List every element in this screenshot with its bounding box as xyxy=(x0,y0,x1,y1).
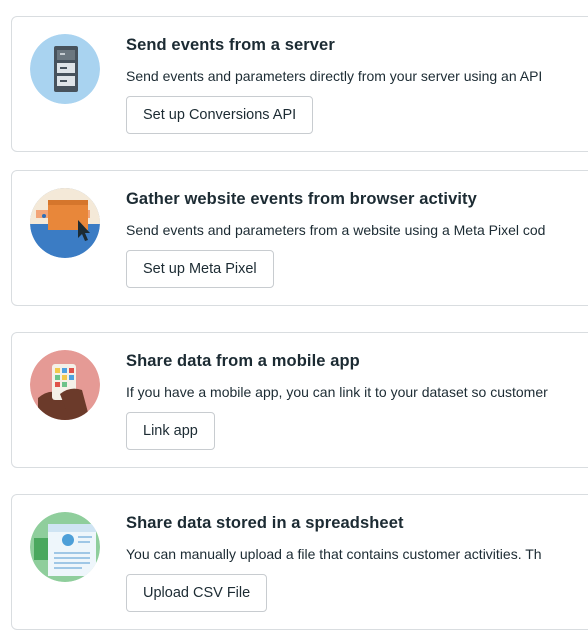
link-app-button[interactable]: Link app xyxy=(126,412,215,450)
option-card-browser: Gather website events from browser activ… xyxy=(11,170,588,306)
set-up-conversions-api-button[interactable]: Set up Conversions API xyxy=(126,96,314,134)
option-title: Gather website events from browser activ… xyxy=(126,190,477,208)
option-description: If you have a mobile app, you can link i… xyxy=(126,384,548,400)
spreadsheet-icon xyxy=(30,512,100,582)
option-card-spreadsheet: Share data stored in a spreadsheet You c… xyxy=(11,494,588,630)
option-description: Send events and parameters directly from… xyxy=(126,68,543,84)
upload-csv-file-button[interactable]: Upload CSV File xyxy=(126,574,268,612)
option-card-mobile-app: Share data from a mobile app If you have… xyxy=(11,332,588,468)
browser-cursor-icon xyxy=(30,188,100,258)
option-title: Share data stored in a spreadsheet xyxy=(126,514,404,532)
option-card-server: Send events from a server Send events an… xyxy=(11,16,588,152)
server-icon xyxy=(30,34,100,104)
option-title: Send events from a server xyxy=(126,36,335,54)
mobile-app-icon xyxy=(30,350,100,420)
option-description: Send events and parameters from a websit… xyxy=(126,222,546,238)
option-title: Share data from a mobile app xyxy=(126,352,360,370)
option-description: You can manually upload a file that cont… xyxy=(126,546,542,562)
set-up-meta-pixel-button[interactable]: Set up Meta Pixel xyxy=(126,250,274,288)
